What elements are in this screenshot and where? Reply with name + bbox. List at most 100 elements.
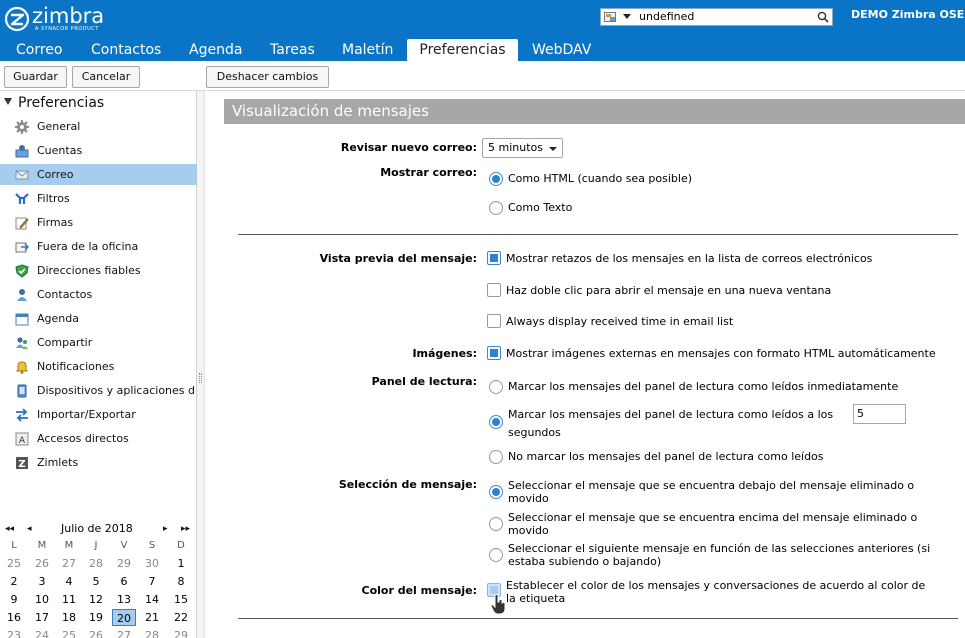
display-html-label[interactable]: Como HTML (cuando sea posible) (508, 172, 692, 185)
calendar-day[interactable]: 28 (84, 555, 108, 572)
zimbra-logo[interactable]: zimbra A SYNACOR PRODUCT (4, 4, 114, 35)
expand-triangle-icon[interactable] (4, 98, 12, 105)
message-color-option-label-2[interactable]: la etiqueta (506, 592, 565, 605)
reading-delay-label[interactable]: Marcar los mensajes del panel de lectura… (508, 408, 833, 421)
preferences-tree-header[interactable]: Preferencias (4, 95, 104, 111)
calendar-day-today[interactable]: 20 (112, 609, 136, 626)
calendar-day[interactable]: 29 (169, 627, 193, 638)
message-color-option-label[interactable]: Establecer el color de los mensajes y co… (506, 579, 925, 592)
calendar-day[interactable]: 22 (169, 609, 193, 626)
tab-agenda[interactable]: Agenda (189, 39, 242, 61)
sidebar-item-filtros[interactable]: Filtros (0, 188, 197, 209)
prev-month-button[interactable]: ◂ (27, 524, 32, 534)
reading-immediate-label[interactable]: Marcar los mensajes del panel de lectura… (508, 380, 898, 393)
select-below-label-2[interactable]: movido (508, 492, 549, 505)
calendar-day[interactable]: 25 (2, 555, 26, 572)
sidebar-item-direcciones-fiables[interactable]: Direcciones fiables (0, 260, 197, 281)
calendar-day[interactable]: 27 (112, 627, 136, 638)
calendar-day[interactable]: 30 (140, 555, 164, 572)
calendar-day[interactable]: 13 (112, 591, 136, 608)
display-text-label[interactable]: Como Texto (508, 201, 572, 214)
preview-dblclick-label[interactable]: Haz doble clic para abrir el mensaje en … (506, 284, 831, 297)
search-input[interactable]: undefined (600, 8, 833, 26)
select-above-radio[interactable] (489, 517, 503, 531)
calendar-day[interactable]: 3 (30, 573, 54, 590)
calendar-day[interactable]: 12 (84, 591, 108, 608)
tab-correo[interactable]: Correo (16, 39, 62, 61)
tab-preferencias[interactable]: Preferencias (407, 39, 518, 61)
calendar-day[interactable]: 29 (112, 555, 136, 572)
calendar-day[interactable]: 26 (30, 555, 54, 572)
select-below-radio[interactable] (489, 485, 503, 499)
cancel-button[interactable]: Cancelar (72, 66, 140, 88)
reading-never-label[interactable]: No marcar los mensajes del panel de lect… (508, 450, 824, 463)
calendar-day[interactable]: 4 (57, 573, 81, 590)
calendar-day[interactable]: 16 (2, 609, 26, 626)
sidebar-item-agenda[interactable]: Agenda (0, 308, 197, 329)
calendar-day[interactable]: 24 (30, 627, 54, 638)
preview-received-label[interactable]: Always display received time in email li… (506, 315, 733, 328)
save-button[interactable]: Guardar (4, 66, 67, 88)
calendar-day[interactable]: 9 (2, 591, 26, 608)
calendar-day[interactable]: 26 (84, 627, 108, 638)
select-previous-direction-label[interactable]: Seleccionar el siguiente mensaje en func… (508, 542, 930, 555)
calendar-day[interactable]: 10 (30, 591, 54, 608)
splitter-grip[interactable] (199, 373, 202, 383)
prev-year-button[interactable]: ◂◂ (5, 524, 14, 534)
sidebar-item-accesos-directos[interactable]: A Accesos directos (0, 428, 197, 449)
preview-snippets-label[interactable]: Mostrar retazos de los mensajes en la li… (506, 252, 872, 265)
calendar-day[interactable]: 1 (169, 555, 193, 572)
sidebar-item-correo[interactable]: Correo (0, 164, 197, 185)
reading-delay-seconds-input[interactable]: 5 (853, 404, 906, 424)
next-month-button[interactable]: ▸ (163, 524, 168, 534)
sidebar-item-compartir[interactable]: Compartir (0, 332, 197, 353)
select-above-label[interactable]: Seleccionar el mensaje que se encuentra … (508, 511, 917, 524)
tab-tareas[interactable]: Tareas (270, 39, 315, 61)
tab-webdav[interactable]: WebDAV (532, 39, 591, 61)
preview-received-checkbox[interactable] (487, 314, 501, 328)
calendar-day[interactable]: 2 (2, 573, 26, 590)
calendar-day[interactable]: 7 (140, 573, 164, 590)
calendar-day[interactable]: 19 (84, 609, 108, 626)
preview-snippets-checkbox[interactable] (487, 251, 501, 265)
sidebar-item-cuentas[interactable]: Cuentas (0, 140, 197, 161)
search-icon[interactable] (817, 11, 829, 23)
reading-delay-radio[interactable] (489, 415, 503, 429)
sidebar-item-importar-exportar[interactable]: Importar/Exportar (0, 404, 197, 425)
calendar-day[interactable]: 18 (57, 609, 81, 626)
sidebar-item-general[interactable]: General (0, 116, 197, 137)
images-checkbox[interactable] (487, 346, 501, 360)
user-name[interactable]: DEMO Zimbra OSE (851, 8, 964, 21)
images-option-label[interactable]: Mostrar imágenes externas en mensajes co… (506, 347, 936, 360)
select-previous-direction-radio[interactable] (489, 548, 503, 562)
search-type-icon[interactable] (604, 11, 617, 23)
sidebar-item-zimlets[interactable]: Z Zimlets (0, 452, 197, 473)
calendar-day[interactable]: 5 (84, 573, 108, 590)
chevron-down-icon[interactable] (623, 14, 631, 19)
calendar-day[interactable]: 6 (112, 573, 136, 590)
sidebar-item-contactos[interactable]: Contactos (0, 284, 197, 305)
calendar-day[interactable]: 23 (2, 627, 26, 638)
calendar-day[interactable]: 11 (57, 591, 81, 608)
tab-maletin[interactable]: Maletín (342, 39, 393, 61)
reading-never-radio[interactable] (489, 450, 503, 464)
display-text-radio[interactable] (489, 201, 503, 215)
calendar-day[interactable]: 25 (57, 627, 81, 638)
sidebar-item-fuera-oficina[interactable]: Fuera de la oficina (0, 236, 197, 257)
check-new-mail-select[interactable]: 5 minutos (482, 138, 563, 158)
sidebar-item-firmas[interactable]: Firmas (0, 212, 197, 233)
tab-contactos[interactable]: Contactos (91, 39, 161, 61)
calendar-day[interactable]: 14 (140, 591, 164, 608)
reading-immediate-radio[interactable] (489, 380, 503, 394)
select-previous-direction-label-2[interactable]: estaba subiendo o bajando) (508, 555, 661, 568)
select-above-label-2[interactable]: movido (508, 524, 549, 537)
next-year-button[interactable]: ▸▸ (181, 524, 190, 534)
sidebar-item-dispositivos[interactable]: Dispositivos y aplicaciones d (0, 380, 197, 401)
calendar-day[interactable]: 15 (169, 591, 193, 608)
undo-changes-button[interactable]: Deshacer cambios (206, 66, 329, 88)
calendar-day[interactable]: 8 (169, 573, 193, 590)
preview-dblclick-checkbox[interactable] (487, 283, 501, 297)
calendar-day[interactable]: 21 (140, 609, 164, 626)
sidebar-splitter[interactable] (197, 91, 205, 638)
select-below-label[interactable]: Seleccionar el mensaje que se encuentra … (508, 479, 914, 492)
